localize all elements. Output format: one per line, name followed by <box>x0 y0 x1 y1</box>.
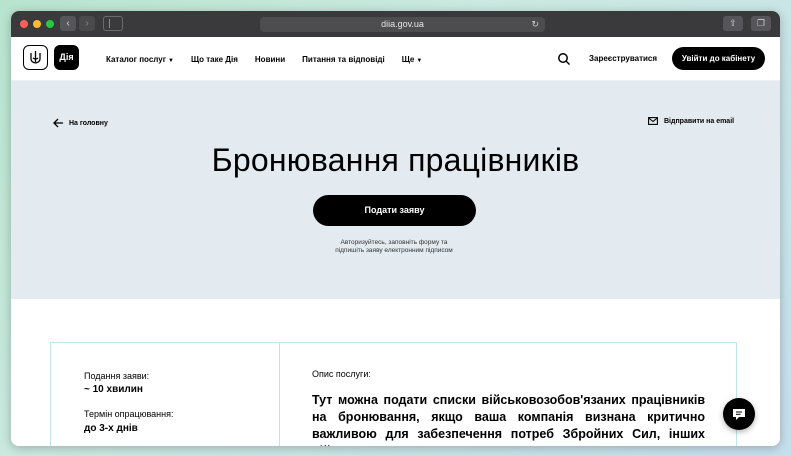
hero-note-line: підпишіть заяву електронним підписом <box>335 247 453 254</box>
chat-button[interactable] <box>723 398 755 430</box>
hero-section: На головну Відправити на email Бронюванн… <box>11 81 780 299</box>
send-email-label: Відправити на email <box>664 117 735 125</box>
back-button[interactable]: ‹ <box>60 16 76 31</box>
chevron-down-icon: ▼ <box>168 57 174 64</box>
nav-item-more[interactable]: Ще ▼ <box>402 55 423 64</box>
site-header: Дія Каталог послуг ▼ Що таке Дія Новини П… <box>11 37 780 81</box>
description-text: Тут можна подати списки військовозобов'я… <box>312 393 705 446</box>
minimize-window-button[interactable] <box>33 20 41 28</box>
service-content: Подання заяви: ~ 10 хвилин Термін опрацю… <box>11 299 780 446</box>
login-button[interactable]: Увійти до кабінету <box>672 47 765 70</box>
submit-time-label: Подання заяви: <box>84 371 150 381</box>
hero-note-line: Авторизуйтесь, заповніть форму та <box>340 239 448 246</box>
sidebar-toggle-icon[interactable] <box>103 16 123 31</box>
trident-logo-icon[interactable] <box>23 45 48 70</box>
processing-time-value: до 3-х днів <box>84 423 138 434</box>
back-home-label: На головну <box>69 119 108 127</box>
search-icon[interactable] <box>557 52 571 66</box>
register-link[interactable]: Зареєструватися <box>589 54 657 63</box>
page-title: Бронювання працівників <box>211 142 580 178</box>
reload-icon[interactable]: ↻ <box>531 17 539 32</box>
share-icon[interactable]: ⇧ <box>723 16 743 31</box>
mail-icon <box>648 117 658 125</box>
send-email-link[interactable]: Відправити на email <box>648 117 734 125</box>
tabs-overview-icon[interactable]: ❐ <box>751 16 771 31</box>
diia-logo[interactable]: Дія <box>54 45 79 70</box>
arrow-left-icon <box>53 118 63 128</box>
nav-item-catalog[interactable]: Каталог послуг ▼ <box>106 55 174 64</box>
card-divider <box>279 343 280 446</box>
main-nav: Каталог послуг ▼ Що таке Дія Новини Питан… <box>106 37 439 81</box>
chevron-down-icon: ▼ <box>416 57 423 64</box>
forward-button[interactable]: › <box>79 16 95 31</box>
close-window-button[interactable] <box>20 20 28 28</box>
nav-item-news[interactable]: Новини <box>255 55 285 64</box>
submit-time-value: ~ 10 хвилин <box>84 384 143 395</box>
hero-note: Авторизуйтесь, заповніть форму та підпиш… <box>294 239 494 255</box>
url-text: diia.gov.ua <box>381 19 424 29</box>
nav-item-faq[interactable]: Питання та відповіді <box>302 55 385 64</box>
chat-bubble-icon <box>733 408 745 420</box>
zoom-window-button[interactable] <box>46 20 54 28</box>
browser-window: ‹ › diia.gov.ua ↻ ⇧ ❐ Дія Каталог послуг… <box>11 11 780 446</box>
submit-application-button[interactable]: Подати заяву <box>313 195 476 226</box>
address-bar[interactable]: diia.gov.ua ↻ <box>260 17 545 32</box>
service-info-card: Подання заяви: ~ 10 хвилин Термін опрацю… <box>50 342 737 446</box>
browser-toolbar: ‹ › diia.gov.ua ↻ ⇧ ❐ <box>11 11 780 37</box>
back-home-link[interactable]: На головну <box>53 118 108 128</box>
processing-time-label: Термін опрацювання: <box>84 409 174 419</box>
nav-item-about[interactable]: Що таке Дія <box>191 55 238 64</box>
description-label: Опис послуги: <box>312 369 371 379</box>
